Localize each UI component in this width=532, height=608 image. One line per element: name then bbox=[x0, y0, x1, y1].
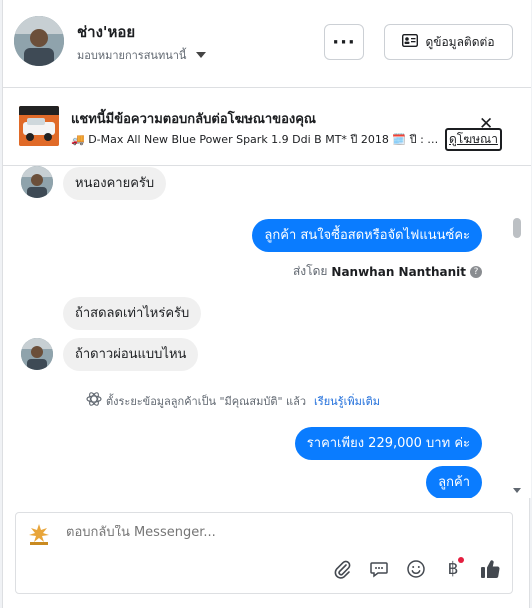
help-icon[interactable]: ? bbox=[470, 265, 482, 278]
contact-avatar-small bbox=[21, 166, 53, 198]
message-bubble-outgoing[interactable]: ลูกค้า สนใจซื้อสดหรือจัดไฟแนนซ์คะ bbox=[252, 219, 482, 252]
conversation-panel: ช่าง'หอย มอบหมายการสนทนานี้ ··· ดูข้อมูล… bbox=[2, 0, 531, 608]
message-list[interactable]: หนองคายครับ ลูกค้า สนใจซื้อสดหรือจัดไฟแน… bbox=[3, 166, 531, 498]
notification-dot bbox=[458, 557, 464, 563]
composer-toolbar: ฿ bbox=[330, 557, 502, 581]
view-contact-info-button[interactable]: ดูข้อมูลติดต่อ bbox=[384, 24, 513, 60]
system-notice: ตั้งระยะข้อมูลลูกค้าเป็น "มีคุณสมบัติ" แ… bbox=[86, 391, 380, 410]
ad-description: 🚚 D-Max All New Blue Power Spark 1.9 Ddi… bbox=[71, 133, 441, 146]
ad-thumbnail bbox=[19, 106, 59, 146]
contact-avatar-small bbox=[21, 338, 53, 370]
assign-label: มอบหมายการสนทนานี้ bbox=[77, 49, 187, 62]
contact-name[interactable]: ช่าง'หอย bbox=[77, 20, 135, 44]
message-bubble-outgoing[interactable]: ลูกค้า bbox=[426, 466, 482, 498]
caret-down-icon bbox=[196, 52, 207, 58]
message-input[interactable] bbox=[66, 525, 486, 540]
message-bubble-outgoing[interactable]: ราคาเพียง 229,000 บาท ค่ะ bbox=[294, 427, 482, 460]
paperclip-icon[interactable] bbox=[330, 557, 354, 581]
ad-reply-banner: แชทนี้มีข้อความตอบกลับต่อโฆษณาของคุณ 🚚 D… bbox=[3, 88, 531, 175]
id-card-icon bbox=[402, 33, 419, 50]
more-options-button[interactable]: ··· bbox=[324, 24, 364, 60]
atom-icon bbox=[86, 391, 102, 410]
scroll-down-arrow-icon[interactable] bbox=[513, 488, 521, 493]
message-bubble-incoming[interactable]: หนองคายครับ bbox=[63, 167, 167, 200]
sender-name: Nanwhan Nanthanit bbox=[331, 264, 466, 279]
baht-symbol: ฿ bbox=[447, 559, 459, 579]
page-logo bbox=[26, 521, 52, 547]
message-bubble-incoming[interactable]: ถ้าดาวผ่อนแบบไหน bbox=[63, 338, 199, 371]
baht-icon[interactable]: ฿ bbox=[441, 557, 465, 581]
emoji-icon[interactable] bbox=[404, 557, 428, 581]
thumbs-up-icon[interactable] bbox=[478, 557, 502, 581]
close-icon[interactable]: ✕ bbox=[479, 114, 493, 134]
learn-more-link[interactable]: เรียนรู้เพิ่มเติม bbox=[314, 392, 380, 410]
message-bubble-incoming[interactable]: ถ้าสดลดเท่าไหร่ครับ bbox=[63, 297, 202, 330]
sent-by-label: ส่งโดย Nanwhan Nanthanit ? bbox=[293, 262, 482, 281]
sent-by-prefix: ส่งโดย bbox=[292, 264, 328, 278]
ad-banner-title: แชทนี้มีข้อความตอบกลับต่อโฆษณาของคุณ bbox=[71, 112, 316, 127]
system-notice-text: ตั้งระยะข้อมูลลูกค้าเป็น "มีคุณสมบัติ" แ… bbox=[106, 394, 307, 408]
contact-avatar[interactable] bbox=[14, 16, 64, 66]
scrollbar-thumb[interactable] bbox=[513, 218, 521, 238]
view-ad-link[interactable]: ดูโฆษณา bbox=[445, 128, 502, 151]
contact-info-label: ดูข้อมูลติดต่อ bbox=[425, 34, 495, 49]
chat-bubble-icon[interactable] bbox=[367, 557, 391, 581]
assign-conversation-dropdown[interactable]: มอบหมายการสนทนานี้ bbox=[77, 46, 207, 64]
reply-composer: ฿ bbox=[15, 512, 513, 594]
conversation-header: ช่าง'หอย มอบหมายการสนทนานี้ ··· ดูข้อมูล… bbox=[3, 0, 531, 88]
